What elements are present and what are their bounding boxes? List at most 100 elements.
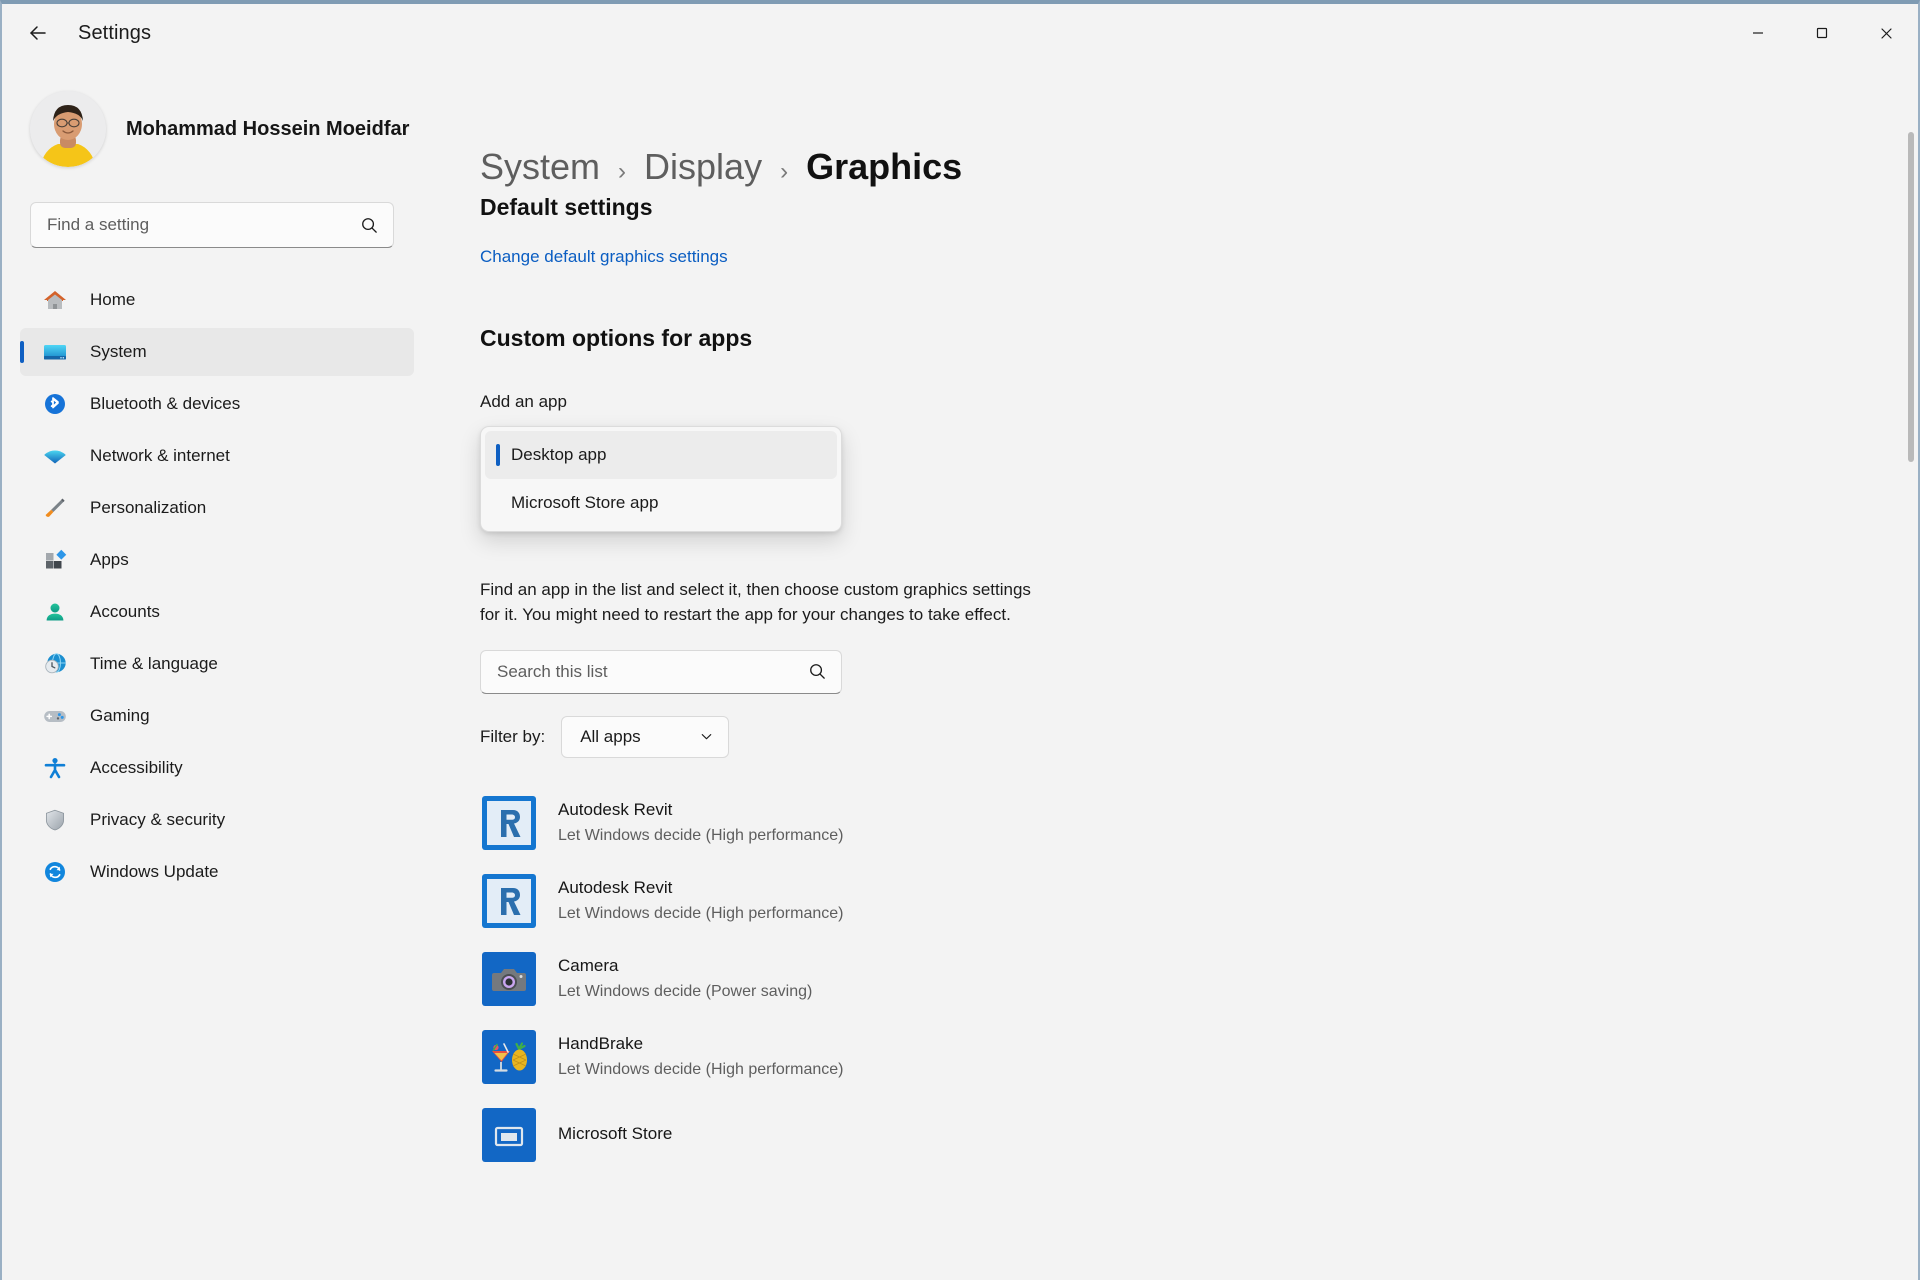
app-name: Autodesk Revit xyxy=(558,800,673,820)
find-a-setting-search[interactable] xyxy=(30,202,394,248)
search-this-list-field[interactable] xyxy=(480,649,842,694)
custom-options-heading: Custom options for apps xyxy=(480,325,753,351)
person-icon xyxy=(38,598,72,626)
back-arrow-icon[interactable] xyxy=(16,11,60,55)
breadcrumb-graphics: Graphics xyxy=(806,146,963,187)
sidebar-item-label: System xyxy=(90,342,147,361)
sidebar-item-label: Personalization xyxy=(90,498,207,517)
list-item-text: Microsoft Store xyxy=(558,1122,672,1148)
sidebar-item-apps[interactable]: Apps xyxy=(20,536,414,584)
clock-globe-icon xyxy=(38,650,72,678)
sidebar-item-label: Privacy & security xyxy=(90,810,226,829)
avatar xyxy=(30,91,106,167)
list-item[interactable]: Camera Let Windows decide (Power saving) xyxy=(480,940,1918,1018)
sidebar-item-label: Bluetooth & devices xyxy=(90,394,241,413)
add-app-dropdown-flyout: Desktop app Microsoft Store app xyxy=(480,426,842,532)
search-icon xyxy=(360,216,379,235)
title-bar: Settings xyxy=(2,4,1918,62)
list-item-text: Camera Let Windows decide (Power saving) xyxy=(558,954,812,1003)
apps-icon xyxy=(38,546,72,574)
sidebar-item-time-language[interactable]: Time & language xyxy=(20,640,414,688)
list-item[interactable]: Autodesk Revit Let Windows decide (High … xyxy=(480,862,1918,940)
shield-icon xyxy=(38,806,72,834)
list-item[interactable]: Microsoft Store xyxy=(480,1096,1918,1174)
window-body: Mohammad Hossein Moeidfar Find a setting… xyxy=(2,62,1918,1280)
add-an-app-label: Add an app xyxy=(480,392,567,411)
app-name: Microsoft Store xyxy=(558,1124,673,1144)
sidebar-item-privacy-security[interactable]: Privacy & security xyxy=(20,796,414,844)
sidebar-item-label: Network & internet xyxy=(90,446,230,465)
sidebar-item-label: Apps xyxy=(90,550,129,569)
sidebar-item-gaming[interactable]: Gaming xyxy=(20,692,414,740)
dropdown-option-desktop-app[interactable]: Desktop app xyxy=(485,431,837,479)
dropdown-option-microsoft-store-app[interactable]: Microsoft Store app xyxy=(485,479,837,527)
list-item[interactable]: HandBrake Let Windows decide (High perfo… xyxy=(480,1018,1918,1096)
main-content: System › Display › Graphics Default sett… xyxy=(422,62,1918,1280)
handbrake-icon xyxy=(482,1029,536,1084)
app-title: Settings xyxy=(78,21,152,44)
system-monitor-icon xyxy=(38,338,72,366)
main-scrollbar[interactable] xyxy=(1908,132,1914,1262)
search-input[interactable] xyxy=(47,215,360,235)
app-name: HandBrake xyxy=(558,1034,644,1054)
account-block[interactable]: Mohammad Hossein Moeidfar xyxy=(2,62,422,174)
account-name: Mohammad Hossein Moeidfar xyxy=(126,117,410,140)
sidebar-item-label: Time & language xyxy=(90,654,218,673)
accessibility-person-icon xyxy=(38,754,72,782)
sidebar-item-bluetooth-devices[interactable]: Bluetooth & devices xyxy=(20,380,414,428)
sidebar-item-windows-update[interactable]: Windows Update xyxy=(20,848,414,896)
maximize-icon[interactable] xyxy=(1790,4,1854,62)
breadcrumb-display[interactable]: Display xyxy=(644,146,762,188)
list-search-input[interactable] xyxy=(497,661,808,682)
app-status: Let Windows decide (Power saving) xyxy=(558,983,813,1001)
sidebar-item-label: Accounts xyxy=(90,602,160,621)
sidebar-item-accessibility[interactable]: Accessibility xyxy=(20,744,414,792)
app-name: Camera xyxy=(558,956,619,976)
app-status: Let Windows decide (High performance) xyxy=(558,1061,844,1079)
list-item[interactable]: Autodesk Revit Let Windows decide (High … xyxy=(480,784,1918,862)
close-icon[interactable] xyxy=(1854,4,1918,62)
home-icon xyxy=(38,286,72,314)
settings-window: Settings Mohammad Hossein Moeidfar Find … xyxy=(0,0,1920,1280)
sidebar-item-label: Gaming xyxy=(90,706,150,725)
breadcrumb-system[interactable]: System xyxy=(480,146,600,188)
minimize-icon[interactable] xyxy=(1726,4,1790,62)
sidebar-item-label: Windows Update xyxy=(90,862,219,881)
filter-row: Filter by: All apps xyxy=(480,715,1918,758)
list-item-text: Autodesk Revit Let Windows decide (High … xyxy=(558,798,843,847)
window-controls xyxy=(1726,4,1918,62)
wifi-icon xyxy=(38,442,72,470)
dropdown-option-label: Desktop app xyxy=(511,445,607,464)
sidebar-item-system[interactable]: System xyxy=(20,328,414,376)
custom-options-help-text: Find an app in the list and select it, t… xyxy=(480,580,1031,624)
search-icon xyxy=(808,662,827,681)
filter-by-value: All apps xyxy=(580,726,641,746)
app-status: Let Windows decide (High performance) xyxy=(558,905,844,923)
sidebar-item-label: Home xyxy=(90,290,136,309)
scrollbar-thumb[interactable] xyxy=(1908,132,1914,462)
sidebar-nav: Home System Bluetooth & devices Network … xyxy=(2,276,422,900)
sidebar: Mohammad Hossein Moeidfar Find a setting… xyxy=(2,62,422,1280)
sidebar-item-label: Accessibility xyxy=(90,758,183,777)
default-settings-heading: Default settings xyxy=(480,194,653,220)
sidebar-item-personalization[interactable]: Personalization xyxy=(20,484,414,532)
sidebar-item-accounts[interactable]: Accounts xyxy=(20,588,414,636)
sidebar-item-network-internet[interactable]: Network & internet xyxy=(20,432,414,480)
app-status: Let Windows decide (High performance) xyxy=(558,827,844,845)
gamepad-icon xyxy=(38,702,72,730)
filter-by-label: Filter by: xyxy=(480,726,546,746)
sidebar-item-home[interactable]: Home xyxy=(20,276,414,324)
breadcrumb: System › Display › Graphics xyxy=(480,62,1918,187)
revit-icon xyxy=(482,873,536,928)
change-default-graphics-settings-link[interactable]: Change default graphics settings xyxy=(480,247,728,267)
camera-icon xyxy=(482,951,536,1006)
app-list: Autodesk Revit Let Windows decide (High … xyxy=(480,784,1918,1174)
list-item-text: Autodesk Revit Let Windows decide (High … xyxy=(558,876,843,925)
dropdown-option-label: Microsoft Store app xyxy=(511,493,659,512)
filter-by-select[interactable]: All apps xyxy=(561,715,730,758)
bluetooth-icon xyxy=(38,390,72,418)
chevron-down-icon xyxy=(699,729,714,744)
paintbrush-icon xyxy=(38,494,72,522)
app-name: Autodesk Revit xyxy=(558,878,673,898)
revit-icon xyxy=(482,795,536,850)
